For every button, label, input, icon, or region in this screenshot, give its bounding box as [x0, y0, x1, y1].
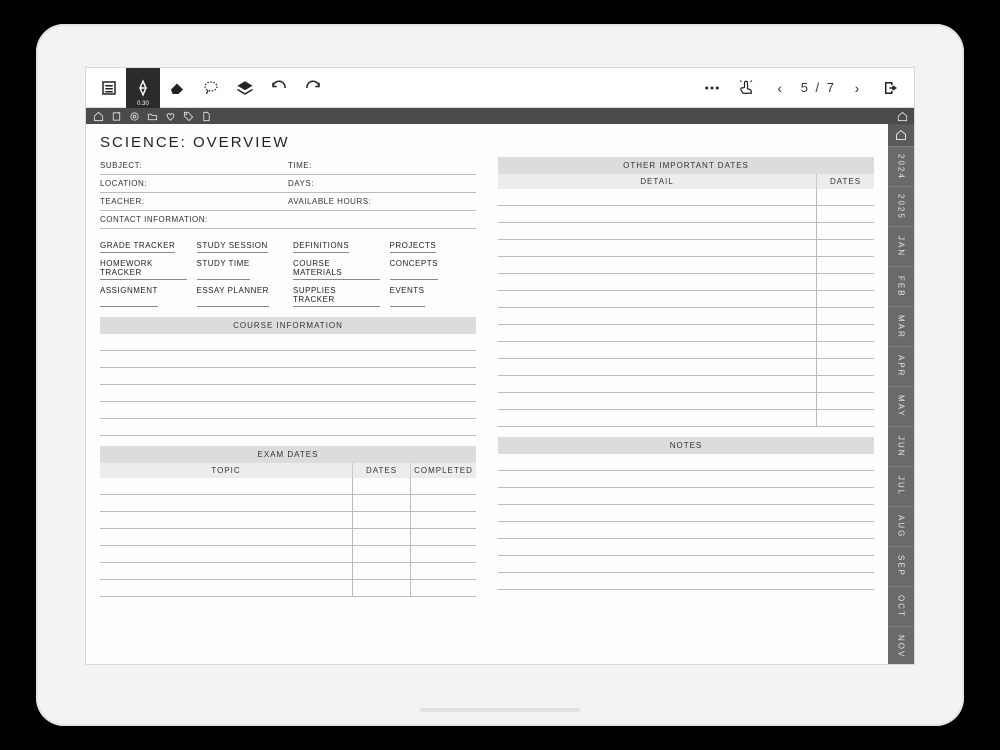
col-dates2: DATES: [816, 174, 874, 189]
col-dates: DATES: [352, 463, 410, 478]
folder-mini-icon[interactable]: [146, 110, 158, 122]
field-teacher: TEACHER:: [100, 197, 288, 206]
col-topic: TOPIC: [100, 463, 352, 478]
exam-dates-header: EXAM DATES: [100, 446, 476, 463]
link-assignment[interactable]: ASSIGNMENT: [100, 286, 158, 307]
sidetab-year-2025[interactable]: 2025: [888, 186, 914, 226]
right-column: OTHER IMPORTANT DATES DETAIL DATES: [498, 157, 874, 597]
left-column: SUBJECT:TIME: LOCATION:DAYS: TEACHER:AVA…: [100, 157, 476, 597]
more-icon[interactable]: [695, 68, 729, 108]
col-detail: DETAIL: [498, 174, 816, 189]
sidetab-year-2024[interactable]: 2024: [888, 146, 914, 186]
col-completed: COMPLETED: [410, 463, 476, 478]
link-grade-tracker[interactable]: GRADE TRACKER: [100, 241, 175, 253]
page-title: SCIENCE: OVERVIEW: [100, 134, 874, 151]
link-course-materials[interactable]: COURSE MATERIALS: [293, 259, 380, 280]
other-dates-rows: [498, 189, 874, 427]
field-time: TIME:: [288, 161, 476, 170]
sidetab-sep[interactable]: SEP: [888, 546, 914, 586]
link-concepts[interactable]: CONCEPTS: [390, 259, 438, 280]
link-homework-tracker[interactable]: HOMEWORK TRACKER: [100, 259, 187, 280]
sidetab-jan[interactable]: JAN: [888, 226, 914, 266]
field-hours: AVAILABLE HOURS:: [288, 197, 476, 206]
sidetab-jul[interactable]: JUL: [888, 466, 914, 506]
other-dates-subheader: DETAIL DATES: [498, 174, 874, 189]
course-info-lines: [100, 334, 476, 436]
undo-icon[interactable]: [262, 68, 296, 108]
side-tabs: 2024 2025 JAN FEB MAR APR MAY JUN JUL AU…: [888, 124, 914, 664]
next-page-icon[interactable]: ›: [840, 68, 874, 108]
secondary-toolbar: [86, 108, 914, 124]
pen-size-label: 0.30: [126, 101, 160, 107]
field-location: LOCATION:: [100, 179, 288, 188]
page-indicator: 5 / 7: [797, 80, 840, 95]
lasso-select-icon[interactable]: [194, 68, 228, 108]
field-contact: CONTACT INFORMATION:: [100, 215, 208, 224]
home2-mini-icon[interactable]: [896, 110, 908, 122]
field-days: DAYS:: [288, 179, 476, 188]
exam-rows: [100, 478, 476, 597]
tag-mini-icon[interactable]: [182, 110, 194, 122]
sidetab-oct[interactable]: OCT: [888, 586, 914, 626]
home-mini-icon[interactable]: [92, 110, 104, 122]
link-definitions[interactable]: DEFINITIONS: [293, 241, 349, 253]
link-study-session[interactable]: STUDY SESSION: [197, 241, 268, 253]
redo-icon[interactable]: [296, 68, 330, 108]
layers-icon[interactable]: [228, 68, 262, 108]
file-mini-icon[interactable]: [200, 110, 212, 122]
heart-mini-icon[interactable]: [164, 110, 176, 122]
sidetab-may[interactable]: MAY: [888, 386, 914, 426]
link-study-time[interactable]: STUDY TIME: [197, 259, 250, 280]
touch-gesture-icon[interactable]: [729, 68, 763, 108]
field-subject: SUBJECT:: [100, 161, 288, 170]
exam-subheader: TOPIC DATES COMPLETED: [100, 463, 476, 478]
pen-tool-icon[interactable]: 0.30: [126, 68, 160, 108]
link-essay-planner[interactable]: ESSAY PLANNER: [197, 286, 269, 307]
home-indicator: [420, 708, 580, 712]
sidetab-jun[interactable]: JUN: [888, 426, 914, 466]
page-body: SCIENCE: OVERVIEW SUBJECT:TIME: LOCATION…: [86, 124, 888, 664]
notes-header: NOTES: [498, 437, 874, 454]
tablet-frame: 0.30 ‹ 5 /: [36, 24, 964, 726]
app-toolbar: 0.30 ‹ 5 /: [86, 68, 914, 108]
link-projects[interactable]: PROJECTS: [390, 241, 437, 253]
sidetab-apr[interactable]: APR: [888, 346, 914, 386]
link-supplies-tracker[interactable]: SUPPLIES TRACKER: [293, 286, 380, 307]
sidetab-nov[interactable]: NOV: [888, 626, 914, 664]
quick-links: GRADE TRACKER STUDY SESSION DEFINITIONS …: [100, 241, 476, 307]
screen: 0.30 ‹ 5 /: [86, 68, 914, 664]
prev-page-icon[interactable]: ‹: [763, 68, 797, 108]
link-events[interactable]: EVENTS: [390, 286, 425, 307]
menu-icon[interactable]: [92, 68, 126, 108]
other-dates-header: OTHER IMPORTANT DATES: [498, 157, 874, 174]
target-mini-icon[interactable]: [128, 110, 140, 122]
sidetab-mar[interactable]: MAR: [888, 306, 914, 346]
course-info-header: COURSE INFORMATION: [100, 317, 476, 334]
sidetab-home-icon[interactable]: [888, 124, 914, 146]
sidetab-aug[interactable]: AUG: [888, 506, 914, 546]
eraser-icon[interactable]: [160, 68, 194, 108]
notes-lines: [498, 454, 874, 590]
exit-icon[interactable]: [874, 68, 908, 108]
note-mini-icon[interactable]: [110, 110, 122, 122]
sidetab-feb[interactable]: FEB: [888, 266, 914, 306]
